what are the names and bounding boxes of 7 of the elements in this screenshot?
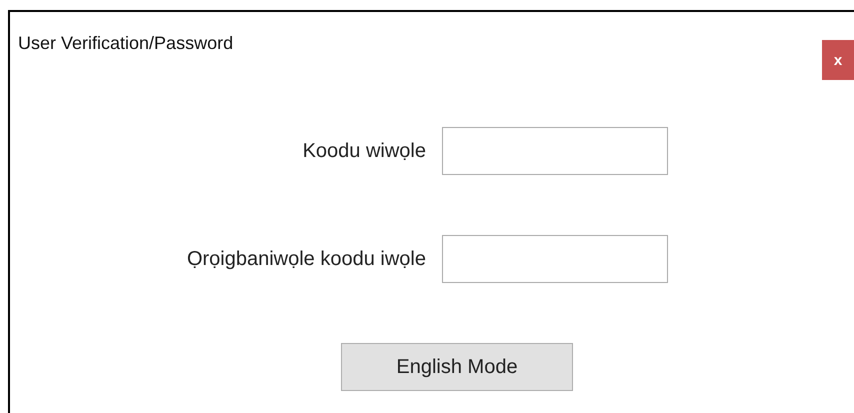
window-title: User Verification/Password [18, 33, 234, 54]
close-button[interactable]: x [822, 40, 854, 80]
mode-button[interactable]: English Mode [341, 343, 573, 391]
field-label: Koodu wiwọle [302, 140, 426, 162]
input-field[interactable] [442, 235, 668, 283]
field-label: Ọrọigbaniwọle koodu iwọle [186, 248, 426, 270]
input-field[interactable] [442, 127, 668, 175]
